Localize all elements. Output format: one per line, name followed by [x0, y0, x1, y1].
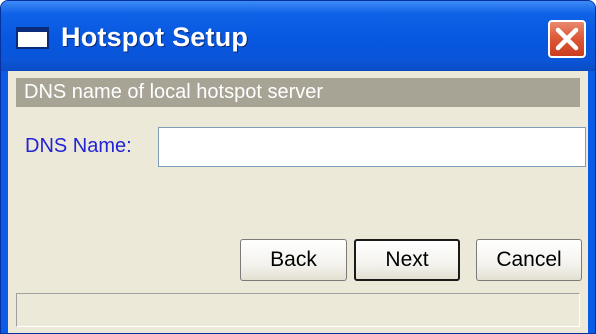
next-button[interactable]: Next — [354, 239, 460, 281]
dialog-body: DNS name of local hotspot server DNS Nam… — [8, 71, 588, 333]
section-header: DNS name of local hotspot server — [16, 78, 580, 107]
status-bar — [16, 293, 580, 327]
hotspot-setup-window: Hotspot Setup DNS name of local hotspot … — [0, 0, 596, 334]
close-button[interactable] — [548, 20, 586, 58]
dns-name-label: DNS Name: — [25, 135, 132, 157]
window-icon — [16, 27, 49, 49]
window-title: Hotspot Setup — [61, 22, 249, 52]
close-icon — [555, 27, 579, 51]
dns-name-input[interactable] — [158, 127, 586, 167]
cancel-button[interactable]: Cancel — [476, 239, 582, 281]
title-bar[interactable]: Hotspot Setup — [1, 1, 595, 71]
back-button[interactable]: Back — [240, 239, 347, 281]
